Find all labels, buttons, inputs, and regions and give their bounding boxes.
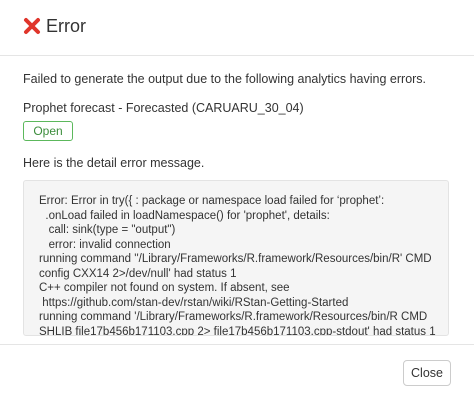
error-detail-text: Error: Error in try({ : package or names… — [39, 195, 436, 336]
dialog-body: Failed to generate the output due to the… — [0, 56, 474, 344]
error-detail-box[interactable]: Error: Error in try({ : package or names… — [23, 180, 449, 336]
error-x-icon — [24, 18, 40, 34]
dialog-footer: Close — [0, 344, 474, 402]
close-button[interactable]: Close — [403, 360, 451, 386]
dialog-title: Error — [46, 16, 86, 36]
error-summary-text: Failed to generate the output due to the… — [23, 72, 427, 86]
error-dialog: Error Failed to generate the output due … — [0, 0, 474, 402]
detail-label: Here is the detail error message. — [23, 156, 205, 170]
analytic-name: Prophet forecast - Forecasted (CARUARU_3… — [23, 101, 304, 115]
dialog-header: Error — [0, 0, 474, 56]
open-button[interactable]: Open — [23, 121, 73, 141]
